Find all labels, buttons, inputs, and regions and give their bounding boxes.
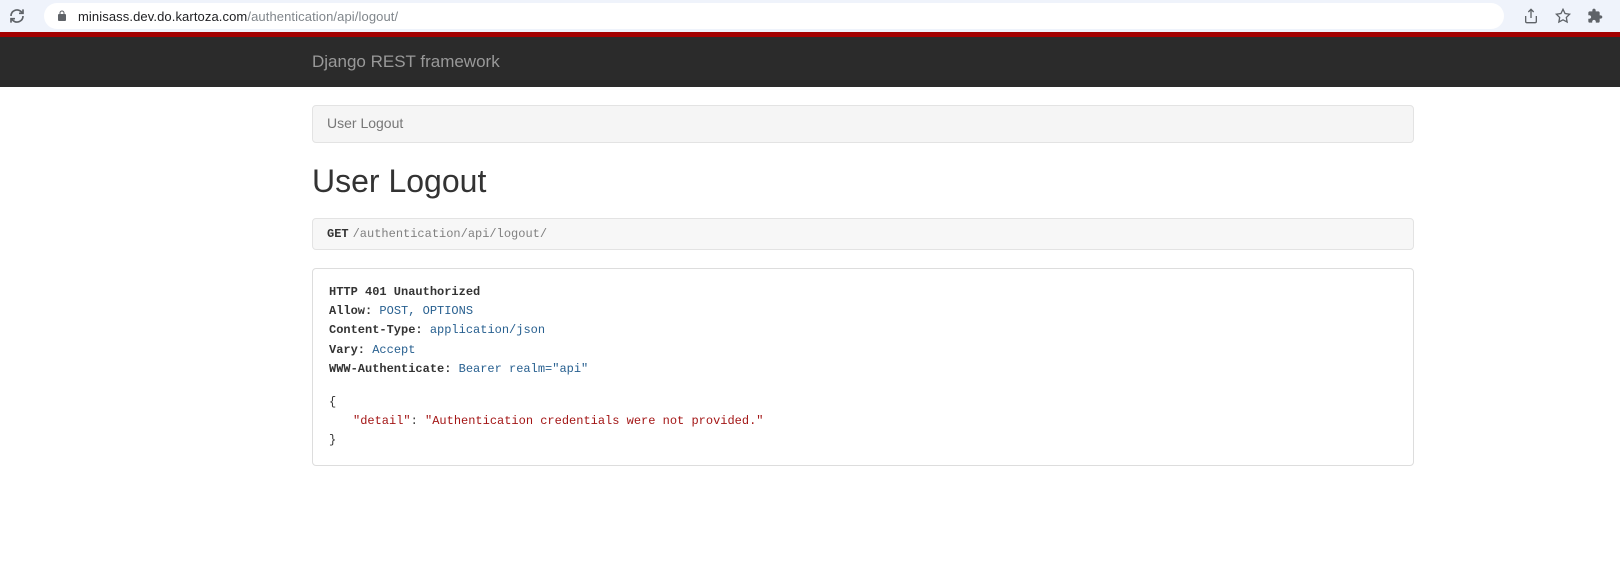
extensions-icon[interactable] xyxy=(1586,7,1604,25)
response-body: { "detail": "Authentication credentials … xyxy=(329,393,1397,451)
content: User Logout User Logout GET/authenticati… xyxy=(312,87,1414,466)
json-detail-line: "detail": "Authentication credentials we… xyxy=(329,412,1397,431)
browser-actions xyxy=(1522,7,1612,25)
response-box: HTTP 401 Unauthorized Allow: POST, OPTIO… xyxy=(312,268,1414,466)
json-open-brace: { xyxy=(329,393,1397,412)
request-info: GET/authentication/api/logout/ xyxy=(312,218,1414,250)
star-icon[interactable] xyxy=(1554,7,1572,25)
address-bar[interactable]: minisass.dev.do.kartoza.com/authenticati… xyxy=(44,3,1504,29)
browser-toolbar: minisass.dev.do.kartoza.com/authenticati… xyxy=(0,0,1620,32)
request-method: GET xyxy=(327,227,349,241)
header-www-authenticate: WWW-Authenticate: Bearer realm="api" xyxy=(329,360,1397,379)
url-text: minisass.dev.do.kartoza.com/authenticati… xyxy=(78,9,398,24)
brand-link[interactable]: Django REST framework xyxy=(312,52,500,72)
lock-icon xyxy=(56,9,70,23)
status-line: HTTP 401 Unauthorized xyxy=(329,283,1397,302)
header-allow: Allow: POST, OPTIONS xyxy=(329,302,1397,321)
reload-icon[interactable] xyxy=(8,7,26,25)
breadcrumb-current: User Logout xyxy=(327,115,403,131)
header-vary: Vary: Accept xyxy=(329,341,1397,360)
request-path: /authentication/api/logout/ xyxy=(353,227,547,241)
page-title: User Logout xyxy=(312,163,1414,200)
url-host: minisass.dev.do.kartoza.com xyxy=(78,9,247,24)
share-icon[interactable] xyxy=(1522,7,1540,25)
header-content-type: Content-Type: application/json xyxy=(329,321,1397,340)
json-close-brace: } xyxy=(329,431,1397,450)
url-path: /authentication/api/logout/ xyxy=(247,9,398,24)
breadcrumb: User Logout xyxy=(312,105,1414,143)
navbar: Django REST framework xyxy=(0,37,1620,87)
